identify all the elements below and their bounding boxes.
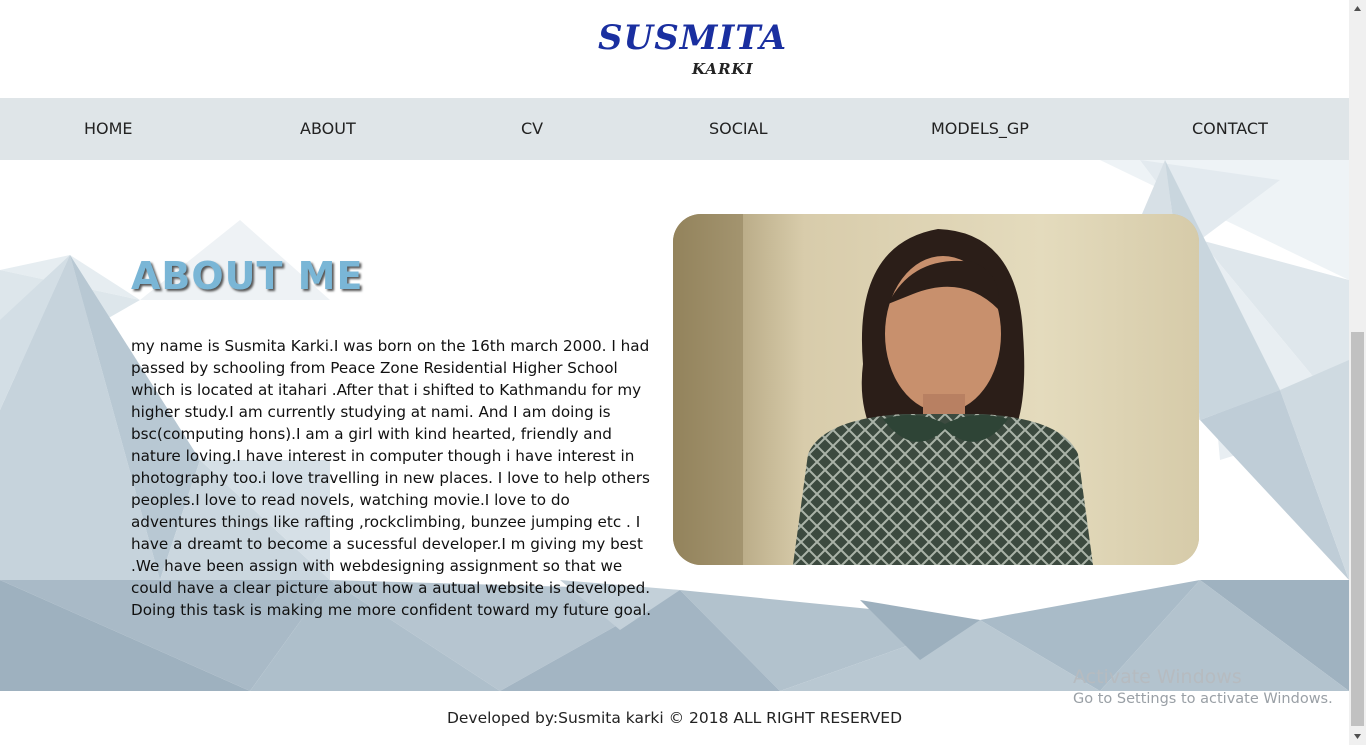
watermark-subtitle: Go to Settings to activate Windows. (1073, 691, 1333, 707)
nav-item-models-gp[interactable]: MODELS_GP (931, 98, 1029, 160)
nav-item-home[interactable]: HOME (84, 98, 133, 160)
nav-item-cv[interactable]: CV (521, 98, 543, 160)
header: SUSMITA KARKI (0, 0, 1349, 98)
nav-item-contact[interactable]: CONTACT (1192, 98, 1268, 160)
page: SUSMITA KARKI HOME ABOUT CV SOCIAL MODEL… (0, 0, 1349, 745)
activate-windows-watermark: Activate Windows Go to Settings to activ… (1073, 666, 1333, 710)
scroll-down-arrow-icon[interactable] (1349, 728, 1366, 745)
nav-item-social[interactable]: SOCIAL (709, 98, 768, 160)
vertical-scrollbar[interactable] (1349, 0, 1366, 745)
logo-main-text: SUSMITA (598, 18, 788, 58)
footer-copyright: Developed by:Susmita karki © 2018 ALL RI… (446, 709, 903, 727)
profile-photo-illustration (673, 214, 1199, 565)
logo-sub-text: KARKI (692, 60, 754, 78)
profile-photo (673, 214, 1199, 565)
scrollbar-thumb[interactable] (1351, 332, 1364, 726)
about-section: ABOUT ME my name is Susmita Karki.I was … (0, 160, 1349, 691)
scroll-up-arrow-icon[interactable] (1349, 0, 1366, 17)
site-logo[interactable]: SUSMITA KARKI (598, 18, 786, 84)
main-navigation: HOME ABOUT CV SOCIAL MODELS_GP CONTACT (0, 98, 1349, 160)
about-title: ABOUT ME (131, 254, 364, 298)
about-paragraph: my name is Susmita Karki.I was born on t… (131, 337, 652, 619)
watermark-title: Activate Windows (1073, 666, 1242, 688)
nav-item-about[interactable]: ABOUT (300, 98, 356, 160)
